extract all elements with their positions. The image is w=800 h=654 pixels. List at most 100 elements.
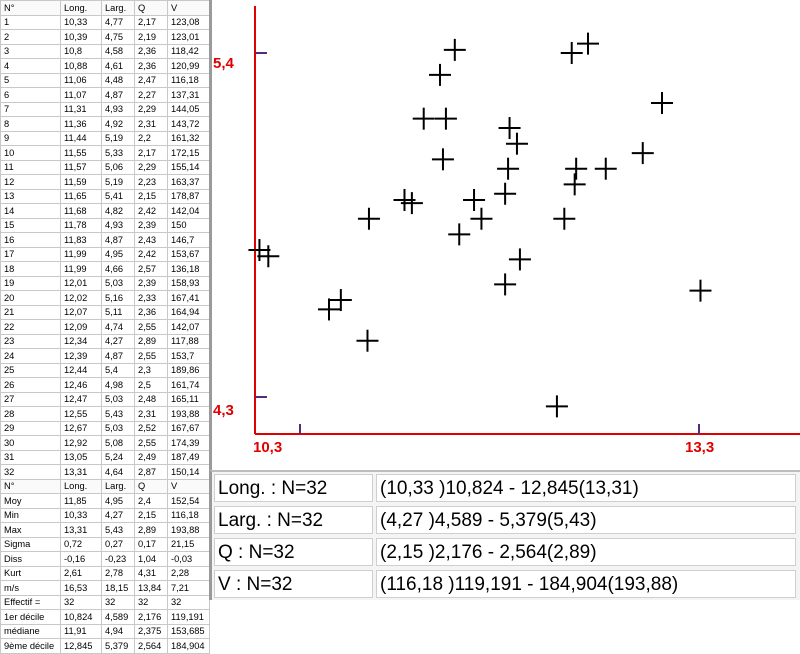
table-row[interactable]: 13 11,65 5,41 2,15 178,87 bbox=[0, 188, 210, 204]
table-cell[interactable]: 4,61 bbox=[101, 58, 135, 74]
table-cell[interactable]: 11,59 bbox=[60, 174, 102, 190]
table-cell[interactable]: 4,87 bbox=[101, 87, 135, 103]
table-cell[interactable]: 4,48 bbox=[101, 72, 135, 88]
table-cell[interactable]: 10,88 bbox=[60, 58, 102, 74]
table-cell[interactable]: 2,61 bbox=[60, 565, 102, 581]
table-cell[interactable]: 116,18 bbox=[167, 507, 210, 523]
table-cell[interactable]: 5,03 bbox=[101, 420, 135, 436]
table-cell[interactable]: 2,87 bbox=[134, 464, 168, 480]
table-row[interactable]: 12 11,59 5,19 2,23 163,37 bbox=[0, 174, 210, 190]
table-row[interactable]: 8 11,36 4,92 2,31 143,72 bbox=[0, 116, 210, 132]
table-cell[interactable]: 7,21 bbox=[167, 580, 210, 596]
table-cell[interactable]: 4,31 bbox=[134, 565, 168, 581]
table-cell[interactable]: 5,43 bbox=[101, 522, 135, 538]
table-cell[interactable]: 1er décile bbox=[0, 609, 61, 625]
table-cell[interactable]: 32 bbox=[60, 594, 102, 610]
table-cell[interactable]: 4 bbox=[0, 58, 61, 74]
table-cell[interactable]: 11,65 bbox=[60, 188, 102, 204]
table-cell[interactable]: 10,39 bbox=[60, 29, 102, 45]
table-cell[interactable]: 2,27 bbox=[134, 87, 168, 103]
table-cell[interactable]: 19 bbox=[0, 275, 61, 291]
table-cell[interactable]: 2,36 bbox=[134, 43, 168, 59]
table-cell[interactable]: 2,55 bbox=[134, 435, 168, 451]
table-cell[interactable]: 12,44 bbox=[60, 362, 102, 378]
table-cell[interactable]: 11,31 bbox=[60, 101, 102, 117]
table-cell[interactable]: 4,87 bbox=[101, 232, 135, 248]
table-cell[interactable]: 2,39 bbox=[134, 217, 168, 233]
table-cell[interactable]: 15 bbox=[0, 217, 61, 233]
table-cell[interactable]: 1 bbox=[0, 14, 61, 30]
table-cell[interactable]: 12,09 bbox=[60, 319, 102, 335]
table-cell[interactable]: 16,53 bbox=[60, 580, 102, 596]
table-cell[interactable]: 11,68 bbox=[60, 203, 102, 219]
table-cell[interactable]: 24 bbox=[0, 348, 61, 364]
table-cell[interactable]: 153,67 bbox=[167, 246, 210, 262]
table-cell[interactable]: 2,55 bbox=[134, 319, 168, 335]
table-cell[interactable]: 6 bbox=[0, 87, 61, 103]
table-cell[interactable]: 2,4 bbox=[134, 493, 168, 509]
table-cell[interactable]: 4,27 bbox=[101, 507, 135, 523]
table-cell[interactable]: Larg. bbox=[101, 478, 135, 494]
table-cell[interactable]: 16 bbox=[0, 232, 61, 248]
table-cell[interactable]: 9 bbox=[0, 130, 61, 146]
table-cell[interactable]: 2,55 bbox=[134, 348, 168, 364]
table-cell[interactable]: 26 bbox=[0, 377, 61, 393]
table-row[interactable]: 27 12,47 5,03 2,48 165,11 bbox=[0, 391, 210, 407]
table-cell[interactable]: 13 bbox=[0, 188, 61, 204]
table-cell[interactable]: -0,03 bbox=[167, 551, 210, 567]
table-cell[interactable]: 2,2 bbox=[134, 130, 168, 146]
table-cell[interactable]: 0,27 bbox=[101, 536, 135, 552]
table-cell[interactable]: 13,31 bbox=[60, 522, 102, 538]
table-cell[interactable]: 161,32 bbox=[167, 130, 210, 146]
table-cell[interactable]: 32 bbox=[167, 594, 210, 610]
table-cell[interactable]: Kurt bbox=[0, 565, 61, 581]
table-cell[interactable]: médiane bbox=[0, 623, 61, 639]
table-cell[interactable]: 28 bbox=[0, 406, 61, 422]
table-cell[interactable]: 184,904 bbox=[167, 638, 210, 654]
table-cell[interactable]: 2,17 bbox=[134, 145, 168, 161]
table-cell[interactable]: 137,31 bbox=[167, 87, 210, 103]
table-cell[interactable]: 2,89 bbox=[134, 522, 168, 538]
table-cell[interactable]: 32 bbox=[134, 594, 168, 610]
table-cell[interactable]: 5,41 bbox=[101, 188, 135, 204]
table-cell[interactable]: 150 bbox=[167, 217, 210, 233]
table-cell[interactable]: Effectif = bbox=[0, 594, 61, 610]
table-cell[interactable]: 13,31 bbox=[60, 464, 102, 480]
table-cell[interactable]: 12,07 bbox=[60, 304, 102, 320]
table-cell[interactable]: 12,39 bbox=[60, 348, 102, 364]
table-cell[interactable]: 12,55 bbox=[60, 406, 102, 422]
table-row[interactable]: 4 10,88 4,61 2,36 120,99 bbox=[0, 58, 210, 74]
table-cell[interactable]: 5,08 bbox=[101, 435, 135, 451]
table-cell[interactable]: 30 bbox=[0, 435, 61, 451]
table-cell[interactable]: 2,36 bbox=[134, 304, 168, 320]
table-row[interactable]: 17 11,99 4,95 2,42 153,67 bbox=[0, 246, 210, 262]
table-cell[interactable]: 2,42 bbox=[134, 246, 168, 262]
table-row[interactable]: 2 10,39 4,75 2,19 123,01 bbox=[0, 29, 210, 45]
table-cell[interactable]: 123,01 bbox=[167, 29, 210, 45]
table-cell[interactable]: -0,16 bbox=[60, 551, 102, 567]
table-cell[interactable]: 146,7 bbox=[167, 232, 210, 248]
table-cell[interactable]: 161,74 bbox=[167, 377, 210, 393]
table-cell[interactable]: 13,05 bbox=[60, 449, 102, 465]
table-cell[interactable]: 4,27 bbox=[101, 333, 135, 349]
table-cell[interactable]: 5,19 bbox=[101, 174, 135, 190]
table-cell[interactable]: 2,43 bbox=[134, 232, 168, 248]
table-cell[interactable]: 2,5 bbox=[134, 377, 168, 393]
table-cell[interactable]: 20 bbox=[0, 290, 61, 306]
table-cell[interactable]: 152,54 bbox=[167, 493, 210, 509]
table-cell[interactable]: 21,15 bbox=[167, 536, 210, 552]
table-row[interactable]: 18 11,99 4,66 2,57 136,18 bbox=[0, 261, 210, 277]
table-cell[interactable]: 153,685 bbox=[167, 623, 210, 639]
table-cell[interactable]: Min bbox=[0, 507, 61, 523]
table-cell[interactable]: 167,67 bbox=[167, 420, 210, 436]
table-cell[interactable]: 11,57 bbox=[60, 159, 102, 175]
stats-row[interactable]: m/s 16,53 18,15 13,84 7,21 bbox=[0, 580, 210, 596]
table-cell[interactable]: 10,824 bbox=[60, 609, 102, 625]
table-cell[interactable]: 142,07 bbox=[167, 319, 210, 335]
table-cell[interactable]: N° bbox=[0, 0, 61, 16]
stats-row[interactable]: 9ème décile 12,845 5,379 2,564 184,904 bbox=[0, 638, 210, 654]
table-cell[interactable]: 4,75 bbox=[101, 29, 135, 45]
table-cell[interactable]: m/s bbox=[0, 580, 61, 596]
table-cell[interactable]: 172,15 bbox=[167, 145, 210, 161]
table-row[interactable]: 19 12,01 5,03 2,39 158,93 bbox=[0, 275, 210, 291]
